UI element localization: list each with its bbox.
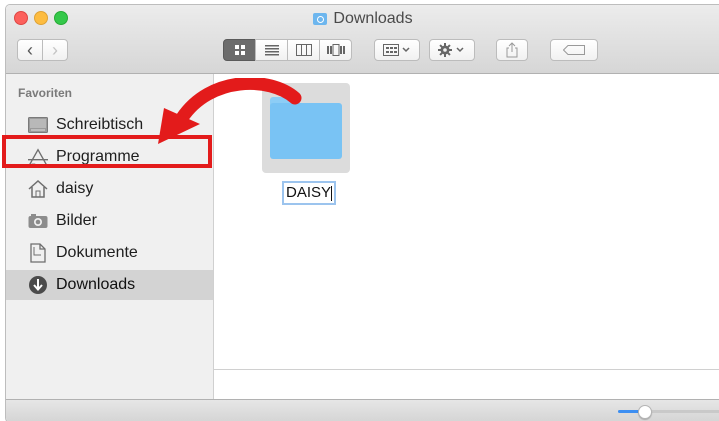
camera-icon [28,211,48,231]
downloads-folder-icon [313,13,328,25]
arrange-grid-icon [383,44,410,56]
icon-view-icon [234,45,245,55]
sidebar-item-label: Dokumente [56,244,138,261]
folder-rename-field[interactable]: DAISY [282,181,337,205]
action-button[interactable] [429,39,475,61]
annotation-curved-arrow [158,78,302,144]
title-bar: Downloads ‹ › [6,5,719,74]
folder-name-text: DAISY [286,184,332,201]
sidebar-heading-favorites: Favoriten [18,86,73,100]
column-view-icon [295,44,312,56]
gear-icon [438,43,464,57]
cover-flow-view-button[interactable] [319,39,352,61]
sidebar-item-label: Downloads [56,276,136,293]
sidebar-item-dokumente[interactable]: Dokumente [6,238,213,268]
desktop-icon [28,115,48,135]
icon-size-slider-knob[interactable] [637,405,652,419]
share-button[interactable] [496,39,528,61]
window-title: Downloads [6,10,719,28]
text-cursor [331,185,333,201]
list-view-icon [264,45,279,56]
sidebar-item-label: Bilder [56,212,97,229]
window-title-text: Downloads [333,10,413,27]
home-icon [28,179,48,199]
sidebar-item-bilder[interactable]: Bilder [6,206,213,236]
tag-button[interactable] [550,39,598,61]
sidebar-item-label: daisy [56,180,94,197]
path-bar [214,369,719,400]
icon-size-slider[interactable] [618,405,719,419]
status-bar [6,399,719,421]
tag-icon [563,45,585,55]
share-icon [506,42,518,58]
view-mode-group [223,39,352,61]
finder-window: Downloads ‹ › Favoriten Schreibtisch Pro… [5,4,719,421]
sidebar-item-daisy[interactable]: daisy [6,174,213,204]
forward-button[interactable]: › [42,39,68,61]
list-view-button[interactable] [255,39,288,61]
back-button[interactable]: ‹ [17,39,43,61]
icon-view-button[interactable] [223,39,256,61]
download-icon [28,275,48,295]
column-view-button[interactable] [287,39,320,61]
document-icon [28,243,48,263]
cover-flow-icon [326,44,345,56]
sidebar-item-downloads[interactable]: Downloads [6,270,213,300]
sidebar-item-label: Schreibtisch [56,116,144,133]
arrange-button[interactable] [374,39,420,61]
chevron-right-icon: › [52,40,58,60]
chevron-left-icon: ‹ [27,40,33,60]
